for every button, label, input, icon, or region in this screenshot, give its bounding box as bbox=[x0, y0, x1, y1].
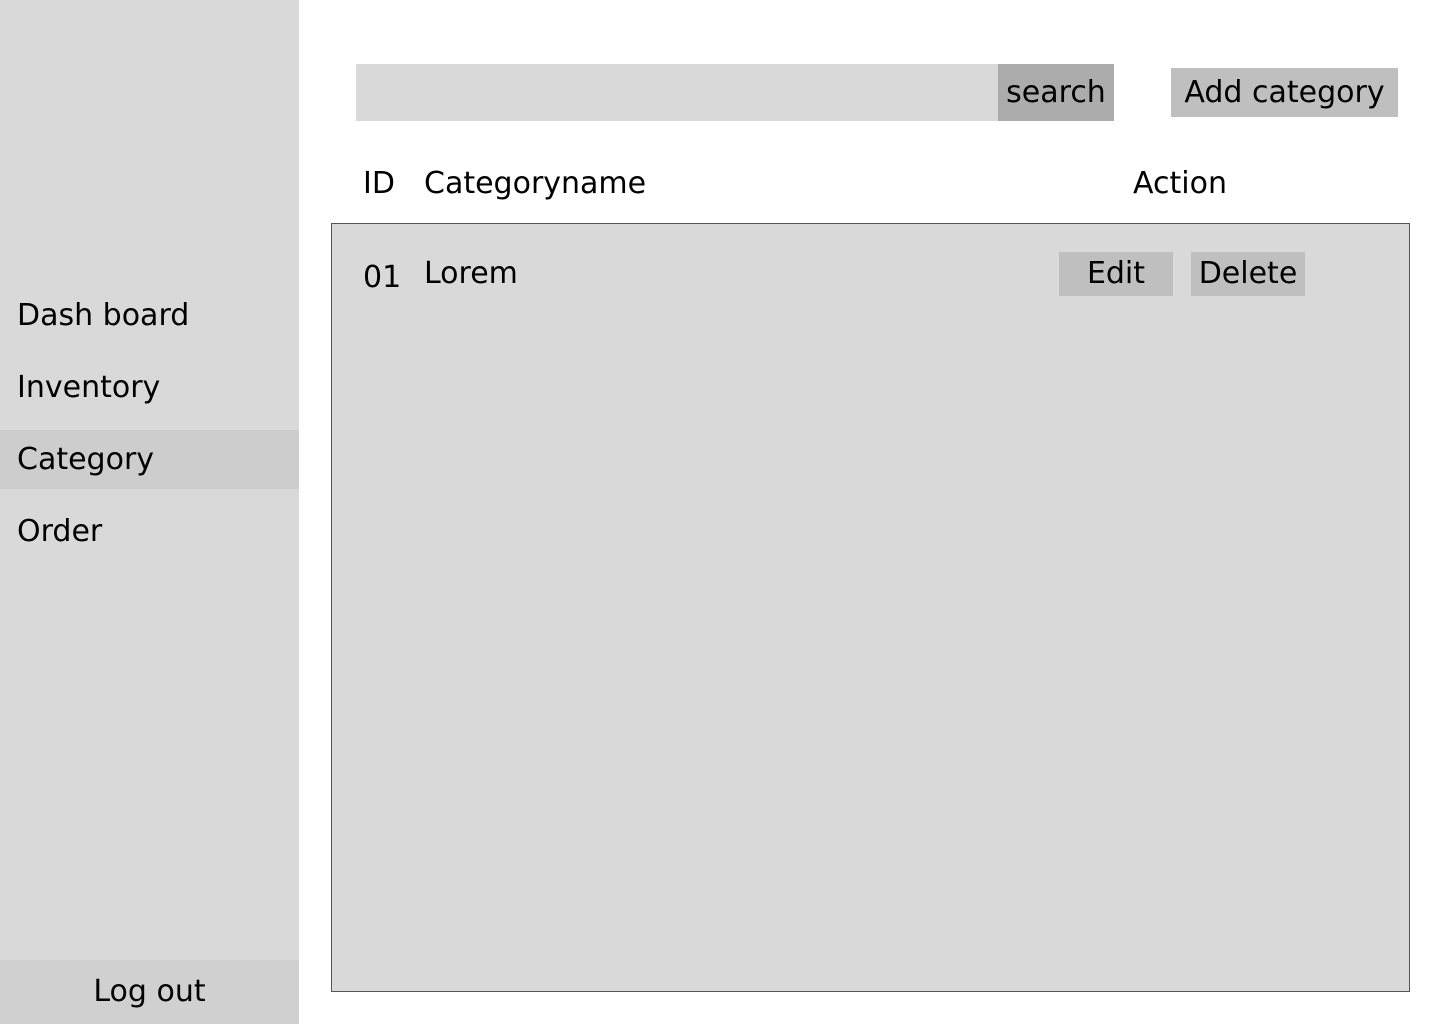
sidebar-item-label: Order bbox=[17, 514, 103, 549]
column-header-action: Action bbox=[1133, 166, 1227, 201]
logout-label: Log out bbox=[93, 974, 206, 1009]
search-button[interactable]: search bbox=[998, 64, 1114, 121]
edit-button[interactable]: Edit bbox=[1059, 252, 1173, 296]
sidebar-item-label: Inventory bbox=[17, 370, 161, 405]
sidebar-item-order[interactable]: Order bbox=[0, 502, 299, 561]
row-id: 01 bbox=[363, 260, 402, 295]
delete-label: Delete bbox=[1198, 256, 1298, 291]
row-category-name: Lorem bbox=[424, 256, 518, 291]
sidebar: Dash board Inventory Category Order Log … bbox=[0, 0, 299, 1024]
search-input[interactable] bbox=[356, 64, 998, 121]
search-bar: search bbox=[356, 64, 1114, 121]
sidebar-item-dashboard[interactable]: Dash board bbox=[0, 286, 299, 345]
edit-label: Edit bbox=[1086, 256, 1146, 291]
column-header-categoryname: Categoryname bbox=[424, 166, 647, 201]
delete-button[interactable]: Delete bbox=[1191, 252, 1305, 296]
add-category-label: Add category bbox=[1184, 75, 1385, 110]
search-button-label: search bbox=[1006, 75, 1106, 110]
sidebar-item-category[interactable]: Category bbox=[0, 430, 299, 489]
sidebar-item-inventory[interactable]: Inventory bbox=[0, 358, 299, 417]
add-category-button[interactable]: Add category bbox=[1171, 68, 1398, 117]
category-table: 01 Lorem Edit Delete bbox=[331, 223, 1410, 992]
logout-button[interactable]: Log out bbox=[0, 960, 299, 1024]
app-window: Dash board Inventory Category Order Log … bbox=[0, 0, 1440, 1024]
column-header-id: ID bbox=[363, 166, 395, 201]
sidebar-item-label: Dash board bbox=[17, 298, 190, 333]
sidebar-item-label: Category bbox=[17, 442, 155, 477]
table-row: 01 Lorem Edit Delete bbox=[332, 224, 1409, 324]
